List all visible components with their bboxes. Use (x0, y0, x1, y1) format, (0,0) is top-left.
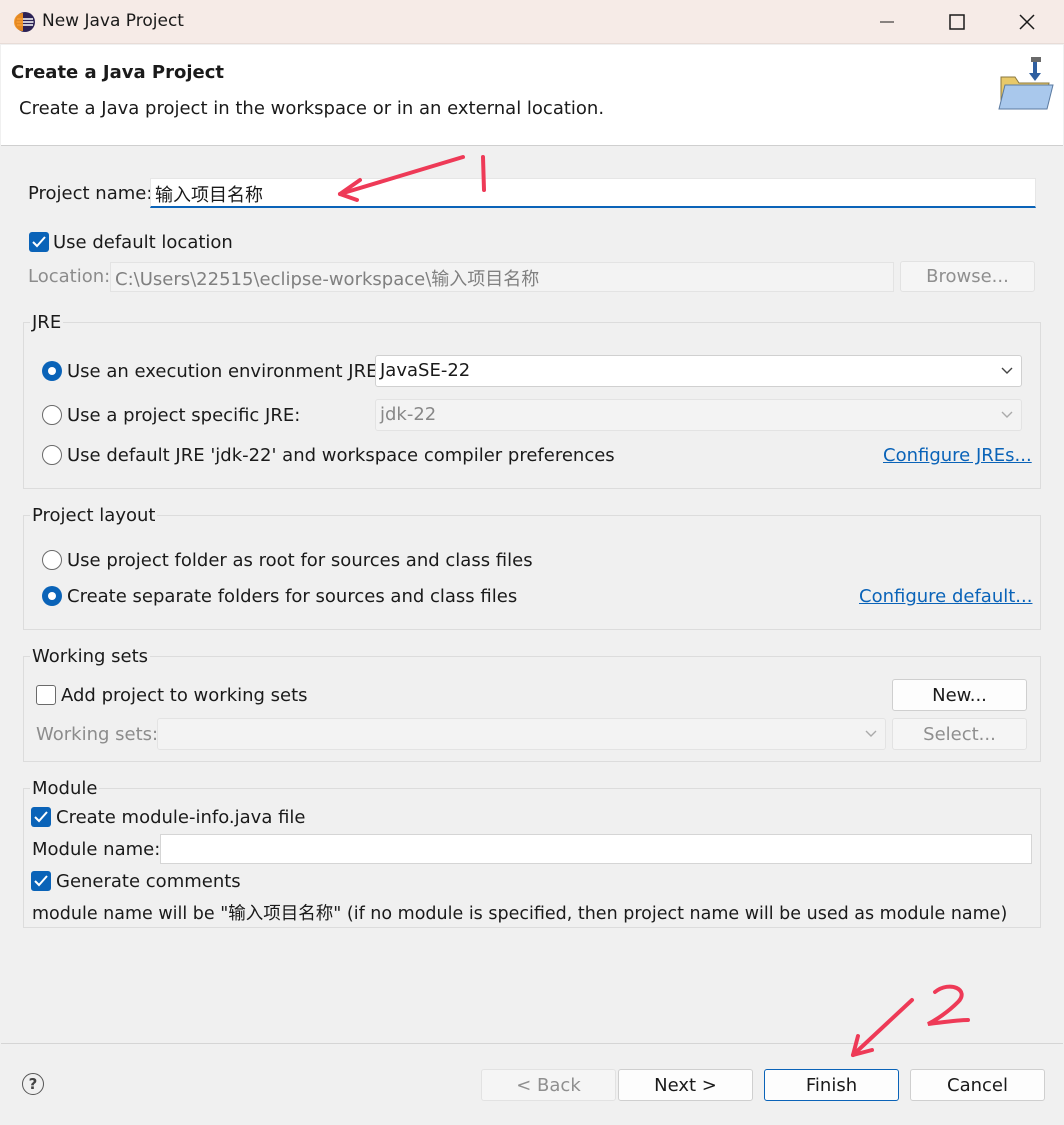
execution-env-select[interactable]: JavaSE-22 (375, 355, 1022, 387)
generate-comments-label: Generate comments (56, 871, 241, 892)
maximize-button[interactable] (922, 0, 992, 44)
back-button[interactable]: < Back (481, 1069, 616, 1101)
working-sets-group-title: Working sets (30, 646, 151, 667)
close-button[interactable] (992, 0, 1062, 44)
default-jre-radio[interactable] (42, 445, 62, 465)
next-button[interactable]: Next > (618, 1069, 753, 1101)
execution-env-label: Use an execution environment JRE: (67, 361, 384, 382)
select-working-sets-button[interactable]: Select... (892, 718, 1027, 750)
finish-button[interactable]: Finish (764, 1069, 899, 1101)
project-specific-jre-select[interactable]: jdk-22 (375, 399, 1022, 431)
window-title: New Java Project (42, 11, 184, 31)
close-icon (1019, 14, 1035, 30)
project-specific-jre-radio[interactable] (42, 405, 62, 425)
project-layout-group-title: Project layout (30, 505, 158, 526)
module-name-input[interactable] (160, 834, 1032, 864)
create-module-info-label: Create module-info.java file (56, 807, 306, 828)
minimize-button[interactable] (852, 0, 922, 44)
location-input[interactable]: C:\Users\22515\eclipse-workspace\输入项目名称 (110, 262, 894, 292)
wizard-description: Create a Java project in the workspace o… (19, 98, 605, 119)
module-group-title: Module (30, 778, 100, 799)
help-icon[interactable]: ? (22, 1073, 44, 1095)
generate-comments-checkbox[interactable] (31, 871, 51, 891)
eclipse-icon (14, 12, 35, 32)
add-to-working-sets-label: Add project to working sets (61, 685, 308, 706)
minimize-icon (880, 21, 894, 23)
project-specific-jre-value: jdk-22 (380, 404, 437, 425)
chevron-down-icon (865, 730, 877, 737)
execution-env-value: JavaSE-22 (380, 360, 471, 381)
checkmark-icon (34, 875, 48, 887)
footer-separator (1, 1043, 1063, 1044)
checkmark-icon (34, 811, 48, 823)
module-name-note: module name will be "输入项目名称" (if no modu… (32, 904, 1008, 924)
title-bar: New Java Project (0, 0, 1064, 44)
project-name-input[interactable]: 输入项目名称 (150, 178, 1036, 208)
configure-jres-link[interactable]: Configure JREs... (883, 445, 1032, 466)
checkmark-icon (32, 236, 46, 248)
default-jre-label: Use default JRE 'jdk-22' and workspace c… (67, 445, 615, 466)
layout-separate-radio[interactable] (42, 586, 62, 606)
arrow-2-annotation (851, 984, 970, 1057)
configure-default-link[interactable]: Configure default... (859, 586, 1032, 607)
new-working-set-button[interactable]: New... (892, 679, 1027, 711)
wizard-banner: Create a Java Project Create a Java proj… (1, 45, 1063, 146)
cancel-button[interactable]: Cancel (910, 1069, 1045, 1101)
browse-button[interactable]: Browse... (900, 261, 1035, 292)
module-name-label: Module name: (32, 839, 161, 860)
location-label: Location: (28, 266, 111, 287)
wizard-heading: Create a Java Project (11, 62, 225, 83)
chevron-down-icon (1001, 367, 1013, 374)
chevron-down-icon (1001, 411, 1013, 418)
project-specific-jre-label: Use a project specific JRE: (67, 405, 301, 426)
new-java-project-folder-icon (998, 57, 1054, 110)
working-sets-label: Working sets: (36, 724, 159, 745)
layout-root-label: Use project folder as root for sources a… (67, 550, 533, 571)
create-module-info-checkbox[interactable] (31, 807, 51, 827)
project-layout-group (23, 515, 1041, 630)
working-sets-select[interactable] (157, 718, 886, 750)
jre-group-title: JRE (30, 312, 64, 333)
layout-separate-label: Create separate folders for sources and … (67, 586, 518, 607)
execution-env-radio[interactable] (42, 361, 62, 381)
maximize-icon (949, 14, 965, 30)
use-default-location-checkbox[interactable] (29, 232, 49, 252)
add-to-working-sets-checkbox[interactable] (36, 685, 56, 705)
use-default-location-label: Use default location (53, 232, 233, 253)
project-name-label: Project name: (28, 183, 153, 204)
layout-root-radio[interactable] (42, 550, 62, 570)
